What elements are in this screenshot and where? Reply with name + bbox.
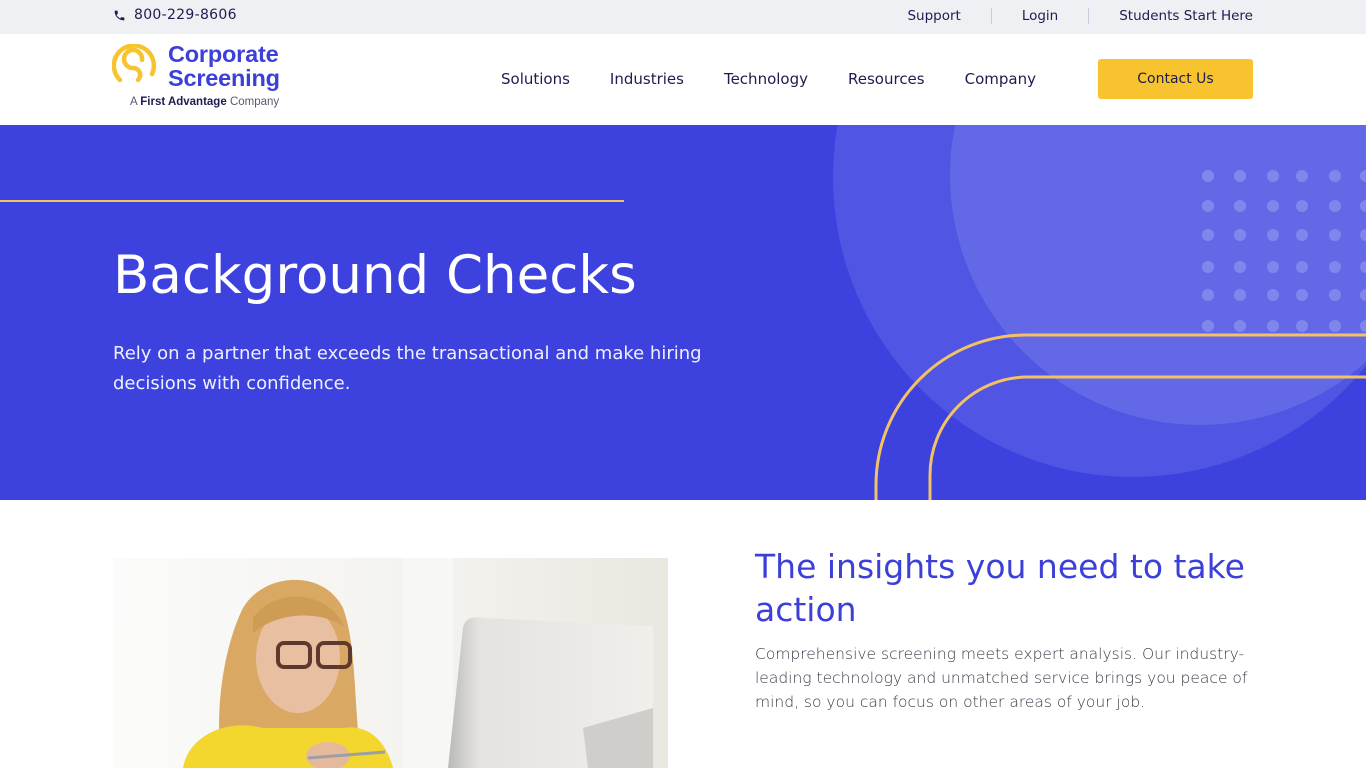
section-title: The insights you need to take action	[755, 547, 1245, 629]
logo-wordmark: Corporate Screening	[168, 42, 280, 90]
deco-dot	[1234, 170, 1246, 182]
deco-dot	[1202, 200, 1214, 212]
logo-line-1: Corporate	[168, 41, 279, 67]
deco-dot	[1296, 200, 1308, 212]
login-link[interactable]: Login	[1022, 8, 1058, 24]
deco-dot	[1234, 200, 1246, 212]
utility-links: Support Login Students Start Here	[907, 8, 1253, 24]
logo-line-2: Screening	[168, 65, 280, 91]
deco-dot	[1329, 261, 1341, 273]
deco-dot	[1296, 289, 1308, 301]
deco-dot	[1329, 170, 1341, 182]
nav-resources[interactable]: Resources	[848, 70, 925, 88]
divider	[990, 8, 992, 24]
utility-bar: 800-229-8606 Support Login Students Star…	[0, 0, 1366, 34]
deco-dot	[1202, 170, 1214, 182]
logo-mark-icon	[112, 44, 157, 83]
photo-illustration	[113, 558, 668, 768]
deco-dot	[1202, 229, 1214, 241]
deco-dot	[1329, 320, 1341, 332]
phone-icon	[114, 10, 125, 20]
deco-dot	[1329, 229, 1341, 241]
deco-dot	[1296, 170, 1308, 182]
logo-tagline: A First Advantage Company	[130, 96, 279, 108]
deco-dot	[1267, 170, 1279, 182]
hero-banner: Background Checks Rely on a partner that…	[0, 125, 1366, 500]
divider	[1088, 8, 1090, 24]
nav-company[interactable]: Company	[965, 70, 1036, 88]
hero-photo	[113, 558, 668, 768]
deco-dot	[1296, 320, 1308, 332]
contact-us-button[interactable]: Contact Us	[1098, 59, 1253, 99]
deco-dot	[1296, 261, 1308, 273]
hero-decoration	[833, 125, 1366, 500]
logo[interactable]: Corporate Screening A First Advantage Co…	[112, 42, 302, 114]
section-body: Comprehensive screening meets expert ana…	[755, 645, 1248, 711]
deco-dot	[1267, 320, 1279, 332]
nav-solutions[interactable]: Solutions	[501, 70, 570, 88]
deco-dot	[1329, 200, 1341, 212]
support-link[interactable]: Support	[907, 8, 960, 24]
deco-dot	[1202, 289, 1214, 301]
deco-dot	[1267, 261, 1279, 273]
tagline-suffix: Company	[229, 96, 280, 108]
deco-dot	[1267, 200, 1279, 212]
deco-dot	[1234, 320, 1246, 332]
tagline-prefix: A	[130, 96, 138, 108]
deco-dot	[1267, 289, 1279, 301]
tagline-brand: First Advantage	[140, 96, 227, 108]
deco-dot	[1202, 261, 1214, 273]
phone-number: 800-229-8606	[134, 7, 237, 23]
deco-dot	[1234, 229, 1246, 241]
nav-technology[interactable]: Technology	[724, 70, 808, 88]
students-start-here-link[interactable]: Students Start Here	[1119, 8, 1253, 24]
main-nav: Solutions Industries Technology Resource…	[501, 70, 1036, 88]
hero-title: Background Checks	[113, 245, 637, 306]
deco-dot	[1234, 261, 1246, 273]
deco-dot	[1296, 229, 1308, 241]
deco-dot	[1329, 289, 1341, 301]
deco-dot	[1202, 320, 1214, 332]
hero-accent-line	[0, 200, 624, 202]
hero-subtitle: Rely on a partner that exceeds the trans…	[113, 343, 702, 394]
phone-link[interactable]: 800-229-8606	[113, 7, 237, 23]
deco-dot	[1267, 229, 1279, 241]
main-header: Corporate Screening A First Advantage Co…	[0, 34, 1366, 125]
deco-dot	[1234, 289, 1246, 301]
nav-industries[interactable]: Industries	[610, 70, 684, 88]
